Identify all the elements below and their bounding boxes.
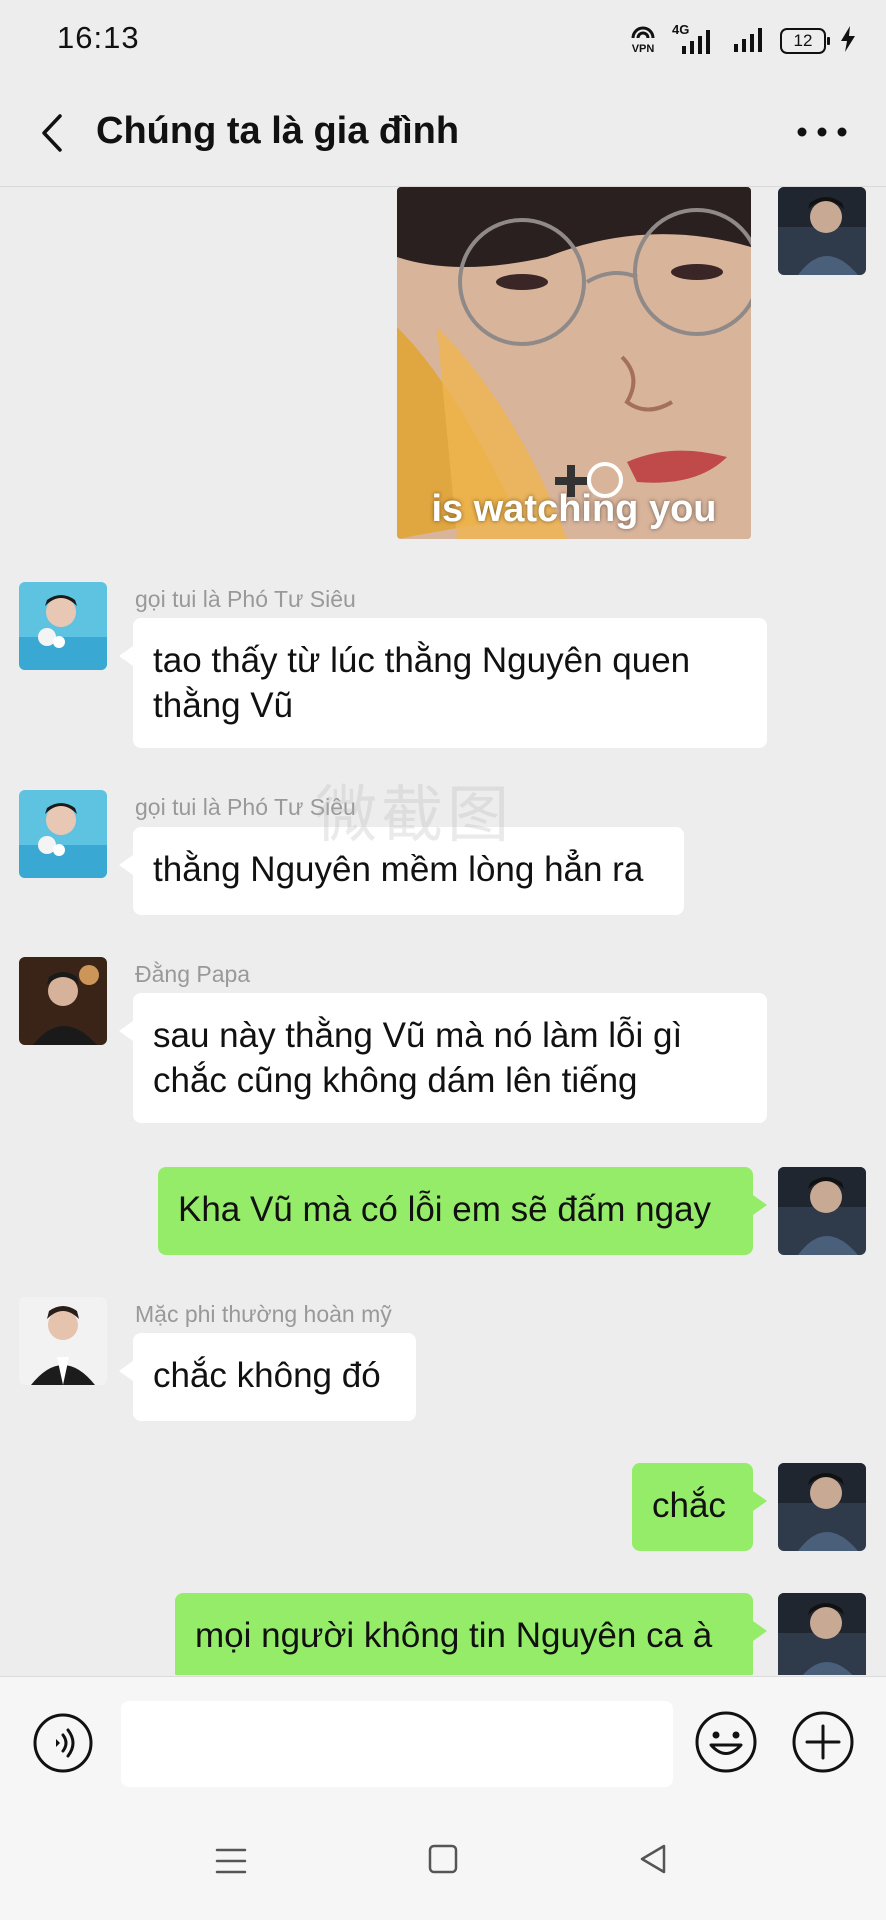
watermark: 微截图: [315, 781, 514, 850]
battery-icon: 12: [780, 28, 830, 54]
avatar-dang-papa[interactable]: [19, 957, 107, 1045]
message-input[interactable]: [121, 1701, 673, 1787]
message-text: thằng Nguyên mềm lòng hẳn ra: [153, 850, 644, 889]
message-text: chắc: [652, 1486, 726, 1525]
avatar-pho-tu-sieu[interactable]: [19, 582, 107, 670]
sender-name: Mặc phi thường hoàn mỹ: [135, 1301, 392, 1327]
input-bar: [0, 1676, 886, 1803]
signal-4g-icon: 4G: [672, 22, 718, 56]
vpn-icon: VPN: [628, 26, 658, 56]
status-bar: 16:13 VPN 4G 12: [0, 0, 886, 80]
emoji-icon: [695, 1711, 757, 1773]
voice-icon: [33, 1713, 93, 1773]
system-nav-bar: [0, 1802, 886, 1920]
vpn-label: VPN: [631, 43, 655, 55]
status-icons: VPN 4G 12: [628, 22, 856, 59]
message-bubble-outgoing[interactable]: mọi người không tin Nguyên ca à: [175, 1593, 767, 1675]
message-text: tao thấy từ lúc thằng Nguyên quen thằng …: [153, 641, 691, 725]
more-button[interactable]: [794, 110, 850, 150]
message-bubble-outgoing[interactable]: chắc: [632, 1463, 767, 1551]
plus-icon: [792, 1711, 854, 1773]
message-bubble[interactable]: chắc không đó: [119, 1333, 416, 1421]
signal-icon: [732, 24, 766, 59]
chevron-left-icon: [42, 114, 62, 152]
back-button[interactable]: [34, 108, 74, 158]
sticker-face-illustration: [397, 187, 751, 539]
sticker-caption: is watching you: [431, 488, 717, 530]
message-text: Kha Vũ mà có lỗi em sẽ đấm ngay: [178, 1190, 712, 1229]
chat-header: Chúng ta là gia đình: [0, 80, 886, 187]
avatar-self[interactable]: [778, 1593, 866, 1675]
message-bubble-outgoing[interactable]: Kha Vũ mà có lỗi em sẽ đấm ngay: [158, 1167, 767, 1255]
emoji-button[interactable]: [694, 1710, 758, 1774]
more-dots-icon: [797, 127, 847, 137]
message-bubble[interactable]: sau này thằng Vũ mà nó làm lỗi gì chắc c…: [119, 993, 767, 1123]
nav-home-button[interactable]: [426, 1842, 460, 1876]
sender-name: Đằng Papa: [135, 961, 251, 987]
avatar-self[interactable]: [778, 1463, 866, 1551]
square-home-icon: [428, 1844, 458, 1874]
avatar-mac-phi-thuong[interactable]: [19, 1297, 107, 1385]
triangle-back-icon: [640, 1844, 666, 1874]
battery-level: 12: [793, 31, 813, 50]
message-text: chắc không đó: [153, 1356, 381, 1395]
sticker-image[interactable]: is watching you: [397, 187, 751, 539]
nav-menu-button[interactable]: [214, 1844, 248, 1878]
sender-name: gọi tui là Phó Tư Siêu: [135, 586, 356, 612]
voice-button[interactable]: [32, 1712, 94, 1774]
avatar-pho-tu-sieu[interactable]: [19, 790, 107, 878]
message-text: sau này thằng Vũ mà nó làm lỗi gì chắc c…: [153, 1016, 683, 1100]
avatar-self[interactable]: [778, 187, 866, 275]
nav-back-button[interactable]: [636, 1842, 670, 1876]
menu-lines-icon: [215, 1848, 247, 1874]
avatar-self[interactable]: [778, 1167, 866, 1255]
status-time: 16:13: [57, 20, 140, 55]
charging-icon: [840, 25, 856, 57]
message-bubble[interactable]: tao thấy từ lúc thằng Nguyên quen thằng …: [119, 618, 767, 748]
message-text: mọi người không tin Nguyên ca à: [195, 1616, 713, 1655]
chat-area[interactable]: is watching you gọi tui là Phó Tư Siêu t…: [0, 187, 886, 1675]
plus-button[interactable]: [791, 1710, 855, 1774]
chat-title: Chúng ta là gia đình: [96, 110, 460, 152]
